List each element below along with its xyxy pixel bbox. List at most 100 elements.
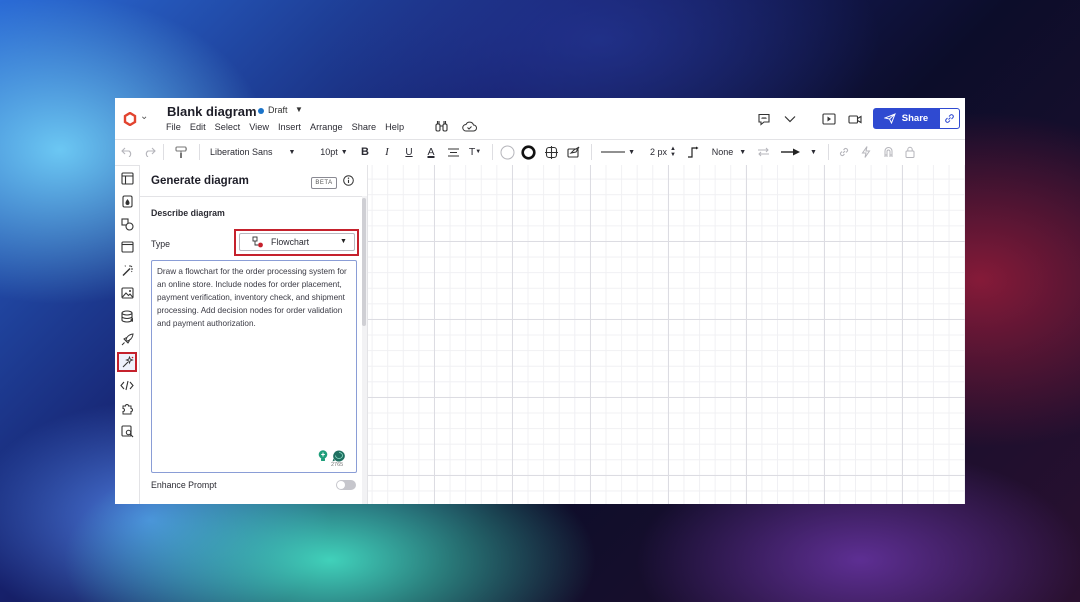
magic-wand-icon[interactable] bbox=[119, 262, 135, 278]
lightning-icon[interactable] bbox=[858, 144, 874, 160]
menu-view[interactable]: View bbox=[249, 122, 269, 132]
menu-share[interactable]: Share bbox=[352, 122, 377, 132]
lightbulb-icon[interactable] bbox=[318, 450, 328, 462]
italic-button[interactable]: I bbox=[380, 144, 394, 160]
video-call-icon[interactable] bbox=[846, 111, 864, 127]
line-width-select[interactable]: 2 px ▲ ▼ bbox=[647, 144, 679, 160]
line-style-select[interactable]: ▼ bbox=[601, 144, 635, 160]
plugin-icon[interactable] bbox=[119, 400, 135, 416]
share-button-label: Share bbox=[901, 113, 929, 124]
draft-status-dot bbox=[258, 108, 264, 114]
enhance-prompt-label: Enhance Prompt bbox=[151, 480, 217, 490]
shape-style-icon[interactable] bbox=[543, 144, 559, 160]
database-icon[interactable] bbox=[119, 308, 135, 324]
beta-badge: BETA bbox=[311, 177, 337, 189]
line-width-value: 2 px bbox=[650, 147, 668, 157]
menu-edit[interactable]: Edit bbox=[190, 122, 206, 132]
copy-link-button[interactable] bbox=[939, 108, 960, 129]
type-label: Type bbox=[151, 239, 171, 249]
divider bbox=[163, 144, 164, 160]
link-icon bbox=[945, 114, 954, 123]
send-icon bbox=[883, 113, 896, 124]
divider bbox=[492, 144, 493, 160]
format-toolbar: Liberation Sans ▼ 10pt ▼ B I U A T ▼ ▼ 2… bbox=[115, 139, 965, 166]
panel-title: Generate diagram bbox=[151, 175, 249, 187]
draft-caret-icon[interactable]: ▼ bbox=[295, 105, 303, 114]
font-family-select[interactable]: Liberation Sans ▼ bbox=[210, 144, 300, 160]
app-logo-icon[interactable] bbox=[123, 112, 137, 126]
caret-down-icon: ▼ bbox=[475, 149, 482, 155]
caret-down-icon: ▼ bbox=[288, 148, 296, 156]
menu-file[interactable]: File bbox=[166, 122, 181, 132]
format-painter-icon[interactable] bbox=[173, 144, 189, 160]
left-rail bbox=[115, 165, 140, 504]
line-start-select[interactable]: None ▼ bbox=[709, 144, 749, 160]
line-color-icon[interactable] bbox=[520, 144, 537, 160]
prompt-textarea[interactable]: Draw a flowchart for the order processin… bbox=[151, 260, 357, 473]
type-select-highlight bbox=[234, 229, 359, 256]
hyperlink-icon[interactable] bbox=[836, 144, 852, 160]
binoculars-icon[interactable] bbox=[433, 119, 449, 133]
ai-sparkle-icon[interactable] bbox=[117, 352, 137, 372]
connector-style-icon[interactable] bbox=[686, 144, 700, 160]
rocket-icon[interactable] bbox=[119, 331, 135, 347]
header: ⌄ Blank diagram Draft ▼ File Edit Select… bbox=[115, 98, 965, 140]
app-window: ⌄ Blank diagram Draft ▼ File Edit Select… bbox=[115, 98, 965, 504]
line-end-select[interactable]: ▼ bbox=[779, 144, 819, 160]
divider bbox=[591, 144, 592, 160]
layout-icon[interactable] bbox=[119, 170, 135, 186]
underline-button[interactable]: U bbox=[402, 144, 416, 160]
font-family-value: Liberation Sans bbox=[210, 147, 273, 157]
assistant-avatar-icon[interactable] bbox=[332, 450, 346, 462]
arrow-end-icon bbox=[781, 148, 801, 156]
cloud-saved-icon[interactable] bbox=[461, 119, 477, 133]
share-button[interactable]: Share bbox=[873, 108, 939, 129]
bold-button[interactable]: B bbox=[358, 144, 372, 160]
present-icon[interactable] bbox=[820, 111, 838, 127]
enhance-prompt-toggle[interactable] bbox=[336, 480, 356, 490]
menu-bar: File Edit Select View Insert Arrange Sha… bbox=[166, 122, 404, 132]
undo-icon[interactable] bbox=[119, 144, 135, 160]
diagram-canvas[interactable] bbox=[368, 165, 965, 504]
magnet-icon[interactable] bbox=[880, 144, 896, 160]
swap-arrows-icon[interactable] bbox=[755, 144, 771, 160]
prompt-text: Draw a flowchart for the order processin… bbox=[157, 267, 347, 328]
divider bbox=[199, 144, 200, 160]
menu-select[interactable]: Select bbox=[215, 122, 241, 132]
stepper-icon: ▲ ▼ bbox=[670, 146, 676, 158]
text-options-button[interactable]: T ▼ bbox=[467, 144, 483, 160]
font-size-select[interactable]: 10pt ▼ bbox=[318, 144, 350, 160]
shapes-icon[interactable] bbox=[119, 216, 135, 232]
lock-icon[interactable] bbox=[902, 144, 918, 160]
text-color-button[interactable]: A bbox=[424, 144, 438, 160]
frame-icon[interactable] bbox=[119, 239, 135, 255]
fill-color-icon[interactable] bbox=[499, 144, 516, 160]
section-heading: Describe diagram bbox=[151, 208, 225, 218]
search-doc-icon[interactable] bbox=[119, 423, 135, 439]
divider bbox=[828, 144, 829, 160]
panel-divider bbox=[140, 196, 362, 197]
fill-icon[interactable] bbox=[119, 193, 135, 209]
comments-icon[interactable] bbox=[755, 111, 773, 127]
caret-down-icon: ▼ bbox=[739, 148, 747, 156]
panel-scrollbar-thumb[interactable] bbox=[362, 198, 366, 326]
caret-down-icon: ▼ bbox=[810, 148, 817, 156]
align-icon[interactable] bbox=[445, 144, 461, 160]
chevron-down-icon[interactable] bbox=[781, 111, 799, 127]
caret-down-icon: ▼ bbox=[340, 148, 348, 156]
image-icon[interactable] bbox=[119, 285, 135, 301]
code-icon[interactable] bbox=[119, 377, 135, 393]
app-menu-chevron-icon[interactable]: ⌄ bbox=[140, 111, 148, 122]
draft-status[interactable]: Draft bbox=[268, 105, 288, 115]
generate-diagram-panel: Generate diagram BETA Describe diagram T… bbox=[140, 165, 368, 504]
menu-insert[interactable]: Insert bbox=[278, 122, 301, 132]
line-start-value: None bbox=[711, 147, 734, 157]
menu-arrange[interactable]: Arrange bbox=[310, 122, 343, 132]
document-title[interactable]: Blank diagram bbox=[167, 104, 257, 119]
line-style-icon bbox=[601, 151, 626, 153]
font-size-value: 10pt bbox=[320, 147, 338, 157]
theme-icon[interactable] bbox=[565, 144, 581, 160]
info-icon[interactable] bbox=[343, 175, 354, 186]
menu-help[interactable]: Help bbox=[385, 122, 404, 132]
redo-icon[interactable] bbox=[141, 144, 157, 160]
